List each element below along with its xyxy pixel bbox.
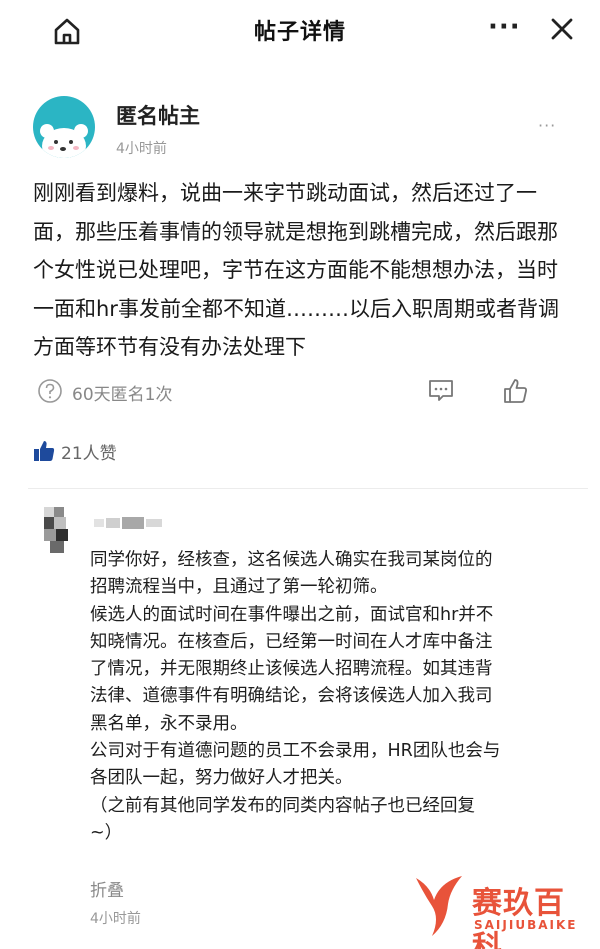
more-options-button[interactable]: ··· <box>488 12 521 42</box>
fish-logo-icon <box>416 876 462 936</box>
reply-line: 各团队一起，努力做好人才把关。 <box>90 768 353 789</box>
watermark: 赛玖百科 SAIJIUBAIKE <box>410 872 590 949</box>
anonymous-note: 60天匿名1次 <box>72 385 173 405</box>
post-more-button[interactable]: ··· <box>538 116 556 135</box>
reply-time: 4小时前 <box>90 911 141 927</box>
like-icon[interactable] <box>502 377 528 405</box>
top-bar: 帖子详情 ··· <box>0 0 600 62</box>
close-icon[interactable] <box>547 14 577 44</box>
reply-line: 公司对于有道德问题的员工不会录用，HR团队也会与 <box>90 741 501 762</box>
author-name[interactable]: 匿名帖主 <box>116 100 200 130</box>
post-body: 刚刚看到爆料，说曲一来字节跳动面试，然后还过了一面，那些压着事情的领导就是想拖到… <box>33 181 559 359</box>
post-header: 匿名帖主 4小时前 ··· <box>0 92 600 162</box>
reply-line: 招聘流程当中，且通过了第一轮初筛。 <box>90 577 388 598</box>
reply-line: （之前有其他同学发布的同类内容帖子也已经回复 <box>90 795 475 816</box>
reply-line: 知晓情况。在核查后，已经第一时间在人才库中备注 <box>90 631 493 652</box>
thumbs-up-icon <box>34 441 55 461</box>
reply-line: 候选人的面试时间在事件曝出之前，面试官和hr并不 <box>90 604 494 625</box>
post-actions: 60天匿名1次 <box>0 374 600 408</box>
divider <box>28 488 588 489</box>
reply-body: 同学你好，经核查，这名候选人确实在我司某岗位的 招聘流程当中，且通过了第一轮初筛… <box>90 547 582 847</box>
reply-line: ~） <box>90 822 123 843</box>
reply-line: 同学你好，经核查，这名候选人确实在我司某岗位的 <box>90 550 493 570</box>
question-icon <box>38 379 62 403</box>
reply-line: 法律、道德事件有明确结论，会将该候选人加入我司 <box>90 686 493 707</box>
reply-line: 黑名单，永不录用。 <box>90 713 248 734</box>
reply-name-redacted <box>94 517 162 529</box>
watermark-pinyin: SAIJIUBAIKE <box>474 918 578 932</box>
reply-line: 了情况，并无限期终止该候选人招聘流程。如其违背 <box>90 659 493 680</box>
likes-summary: 21人赞 <box>0 436 600 466</box>
bear-avatar-icon <box>40 124 88 158</box>
post-time: 4小时前 <box>116 141 167 157</box>
reply-avatar[interactable] <box>44 507 74 553</box>
likes-count: 21人赞 <box>61 444 117 464</box>
fold-button[interactable]: 折叠 <box>90 876 124 901</box>
watermark-text: 赛玖百科 <box>472 886 565 949</box>
comment-icon[interactable] <box>428 379 454 403</box>
avatar[interactable] <box>33 96 95 158</box>
